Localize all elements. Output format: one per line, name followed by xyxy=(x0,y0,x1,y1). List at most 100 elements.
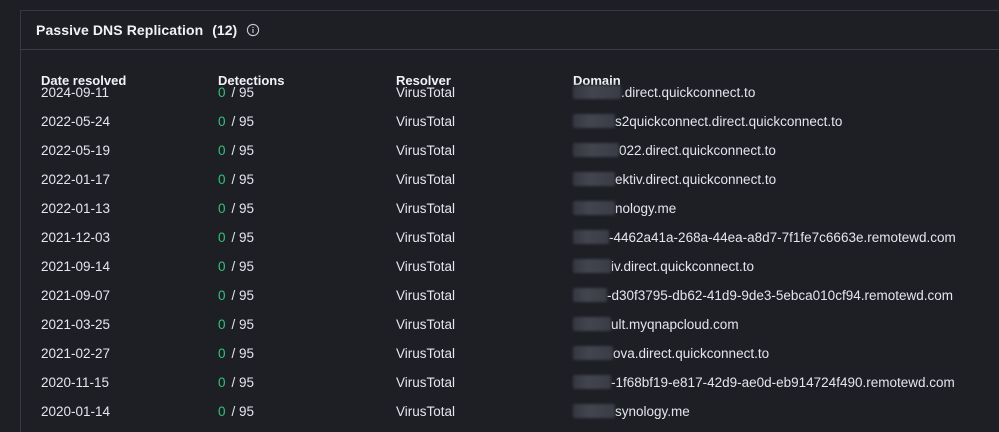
redacted-subdomain xyxy=(573,404,615,418)
date-resolved: 2022-05-19 xyxy=(41,143,111,158)
resolver: VirusTotal xyxy=(396,114,456,129)
domain-text: -1f68bf19-e817-42d9-ae0d-eb914724f490.re… xyxy=(611,375,955,390)
detections-total: / 95 xyxy=(231,259,255,274)
date-resolved: 2021-09-07 xyxy=(41,288,111,303)
table-row: 2022-01-13 0 / 95 VirusTotal nology.me xyxy=(21,199,999,219)
redacted-subdomain xyxy=(573,288,607,302)
table-row: 2020-01-14 0 / 95 VirusTotal synology.me xyxy=(21,402,999,422)
table-row: 2021-09-07 0 / 95 VirusTotal -d30f3795-db62-… xyxy=(21,286,999,306)
table-row: 2021-12-03 0 / 95 VirusTotal -4462a41a-268a-… xyxy=(21,228,999,248)
detections-positives: 0 xyxy=(218,201,226,216)
detections-positives: 0 xyxy=(218,114,226,129)
domain-link[interactable]: nology.me xyxy=(573,199,676,219)
resolver: VirusTotal xyxy=(396,375,456,390)
detections-positives: 0 xyxy=(218,230,226,245)
date-resolved: 2020-01-14 xyxy=(41,404,111,419)
redacted-subdomain xyxy=(573,201,615,215)
domain-link[interactable]: 022.direct.quickconnect.to xyxy=(573,141,776,161)
detections: 0 / 95 xyxy=(218,141,254,161)
detections-total: / 95 xyxy=(231,404,255,419)
domain-text: s2quickconnect.direct.quickconnect.to xyxy=(615,114,843,129)
domain-text: nology.me xyxy=(615,201,677,216)
detections: 0 / 95 xyxy=(218,286,254,306)
date-resolved: 2022-05-24 xyxy=(41,114,111,129)
resolver: VirusTotal xyxy=(396,288,456,303)
redacted-subdomain xyxy=(573,85,621,99)
domain-link[interactable]: -d30f3795-db62-41d9-9de3-5ebca010cf94.re… xyxy=(573,286,953,306)
detections-total: / 95 xyxy=(231,201,255,216)
domain-link[interactable]: ektiv.direct.quickconnect.to xyxy=(573,170,776,190)
detections-positives: 0 xyxy=(218,346,226,361)
panel-title: Passive DNS Replication xyxy=(36,22,204,38)
date-resolved: 2021-12-03 xyxy=(41,230,111,245)
date-resolved: 2022-01-13 xyxy=(41,201,111,216)
detections-total: / 95 xyxy=(231,114,255,129)
domain-text: .direct.quickconnect.to xyxy=(621,85,756,100)
domain-text: ult.myqnapcloud.com xyxy=(611,317,739,332)
domain-link[interactable]: ova.direct.quickconnect.to xyxy=(573,344,769,364)
detections-positives: 0 xyxy=(218,288,226,303)
passive-dns-panel: Passive DNS Replication (12) Date resolv… xyxy=(20,10,999,432)
detections: 0 / 95 xyxy=(218,373,254,393)
detections-total: / 95 xyxy=(231,375,255,390)
domain-text: 022.direct.quickconnect.to xyxy=(619,143,776,158)
detections-positives: 0 xyxy=(218,259,226,274)
resolver: VirusTotal xyxy=(396,346,456,361)
redacted-subdomain xyxy=(573,346,613,360)
domain-text: ova.direct.quickconnect.to xyxy=(613,346,770,361)
detections: 0 / 95 xyxy=(218,170,254,190)
date-resolved: 2024-09-11 xyxy=(41,85,110,100)
domain-link[interactable]: .direct.quickconnect.to xyxy=(573,83,755,103)
detections-positives: 0 xyxy=(218,172,226,187)
domain-link[interactable]: -1f68bf19-e817-42d9-ae0d-eb914724f490.re… xyxy=(573,373,955,393)
date-resolved: 2021-02-27 xyxy=(41,346,111,361)
detections-total: / 95 xyxy=(231,230,255,245)
resolver: VirusTotal xyxy=(396,201,456,216)
detections: 0 / 95 xyxy=(218,199,254,219)
detections-positives: 0 xyxy=(218,143,226,158)
info-circle-icon[interactable] xyxy=(246,23,260,37)
detections-total: / 95 xyxy=(231,317,255,332)
resolver: VirusTotal xyxy=(396,85,456,100)
table-row: 2022-05-19 0 / 95 VirusTotal 022.direct.quic… xyxy=(21,141,999,161)
domain-text: ektiv.direct.quickconnect.to xyxy=(615,172,777,187)
detections: 0 / 95 xyxy=(218,315,254,335)
detections-total: / 95 xyxy=(231,143,255,158)
detections: 0 / 95 xyxy=(218,402,254,422)
domain-text: -4462a41a-268a-44ea-a8d7-7f1fe7c6663e.re… xyxy=(609,230,956,245)
domain-link[interactable]: iv.direct.quickconnect.to xyxy=(573,257,754,277)
domain-link[interactable]: -4462a41a-268a-44ea-a8d7-7f1fe7c6663e.re… xyxy=(573,228,956,248)
resolver: VirusTotal xyxy=(396,230,456,245)
resolver: VirusTotal xyxy=(396,143,456,158)
detections-total: / 95 xyxy=(231,172,255,187)
resolver: VirusTotal xyxy=(396,259,456,274)
detections-total: / 95 xyxy=(231,85,255,100)
domain-link[interactable]: synology.me xyxy=(573,402,690,422)
table-row: 2021-02-27 0 / 95 VirusTotal ova.direct.quic… xyxy=(21,344,999,364)
date-resolved: 2021-09-14 xyxy=(41,259,111,274)
detections: 0 / 95 xyxy=(218,112,254,132)
date-resolved: 2020-11-15 xyxy=(41,375,110,390)
detections: 0 / 95 xyxy=(218,257,254,277)
table-row: 2024-09-11 0 / 95 VirusTotal .direct.quickco… xyxy=(21,83,999,103)
resolver: VirusTotal xyxy=(396,404,456,419)
detections: 0 / 95 xyxy=(218,228,254,248)
domain-link[interactable]: ult.myqnapcloud.com xyxy=(573,315,739,335)
table-row: 2022-01-17 0 / 95 VirusTotal ektiv.direct.qu… xyxy=(21,170,999,190)
detections-positives: 0 xyxy=(218,317,226,332)
date-resolved: 2021-03-25 xyxy=(41,317,111,332)
detections: 0 / 95 xyxy=(218,344,254,364)
date-resolved: 2022-01-17 xyxy=(41,172,111,187)
redacted-subdomain xyxy=(573,172,615,186)
redacted-subdomain xyxy=(573,114,615,128)
detections-positives: 0 xyxy=(218,85,226,100)
domain-text: -d30f3795-db62-41d9-9de3-5ebca010cf94.re… xyxy=(607,288,953,303)
table-row: 2022-05-24 0 / 95 VirusTotal s2quickconnect.… xyxy=(21,112,999,132)
detections-positives: 0 xyxy=(218,375,226,390)
resolver: VirusTotal xyxy=(396,172,456,187)
detections-total: / 95 xyxy=(231,288,255,303)
detections: 0 / 95 xyxy=(218,83,254,103)
domain-link[interactable]: s2quickconnect.direct.quickconnect.to xyxy=(573,112,842,132)
redacted-subdomain xyxy=(573,317,611,331)
redacted-subdomain xyxy=(573,259,611,273)
